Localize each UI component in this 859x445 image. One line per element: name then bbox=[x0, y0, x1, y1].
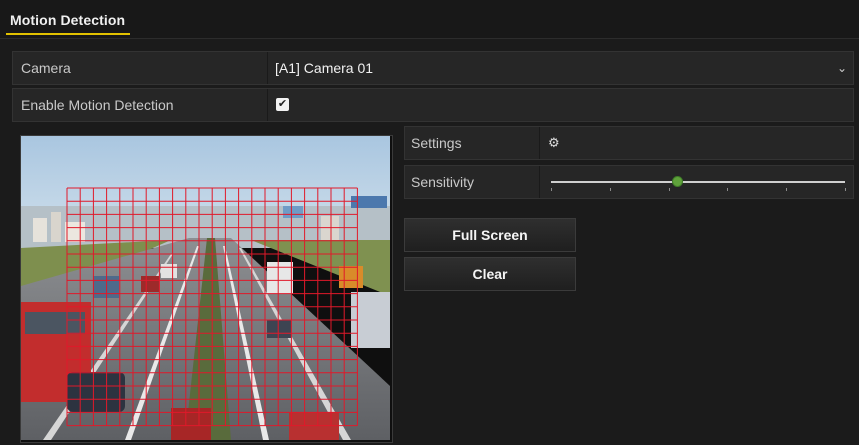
row-divider bbox=[539, 166, 540, 198]
settings-label: Settings bbox=[411, 135, 462, 151]
row-divider bbox=[539, 127, 540, 159]
full-screen-button[interactable]: Full Screen bbox=[404, 218, 576, 252]
slider-tick bbox=[727, 188, 729, 191]
sensitivity-slider-track[interactable] bbox=[551, 181, 845, 183]
active-tab-indicator bbox=[6, 33, 130, 35]
camera-row: Camera [A1] Camera 01 ⌄ bbox=[12, 51, 854, 85]
motion-area-grid[interactable] bbox=[21, 136, 390, 440]
gear-icon[interactable]: ⚙ bbox=[548, 136, 562, 150]
clear-button[interactable]: Clear bbox=[404, 257, 576, 291]
sensitivity-label: Sensitivity bbox=[411, 174, 475, 190]
tab-bar: Motion Detection bbox=[0, 0, 859, 39]
camera-label: Camera bbox=[21, 60, 71, 76]
enable-motion-checkbox[interactable]: ✔ bbox=[276, 98, 289, 111]
settings-row: Settings ⚙ bbox=[404, 126, 854, 160]
enable-motion-label: Enable Motion Detection bbox=[21, 97, 174, 113]
chevron-down-icon[interactable]: ⌄ bbox=[837, 52, 847, 84]
slider-tick bbox=[786, 188, 788, 191]
slider-tick bbox=[668, 188, 670, 191]
row-divider bbox=[267, 89, 268, 121]
camera-select[interactable]: [A1] Camera 01 bbox=[275, 52, 373, 84]
slider-tick bbox=[551, 188, 552, 191]
detection-settings: Settings ⚙ Sensitivity Full Screen Clear bbox=[404, 126, 854, 442]
row-divider bbox=[267, 52, 268, 84]
motion-detection-panel: Camera [A1] Camera 01 ⌄ Enable Motion De… bbox=[12, 46, 854, 443]
sensitivity-slider-handle[interactable] bbox=[672, 176, 684, 187]
enable-motion-row: Enable Motion Detection ✔ bbox=[12, 88, 854, 122]
tab-motion-detection[interactable]: Motion Detection bbox=[10, 12, 125, 30]
slider-tick bbox=[845, 188, 846, 191]
camera-preview[interactable] bbox=[20, 135, 393, 443]
slider-tick bbox=[609, 188, 611, 191]
sensitivity-row: Sensitivity bbox=[404, 165, 854, 199]
